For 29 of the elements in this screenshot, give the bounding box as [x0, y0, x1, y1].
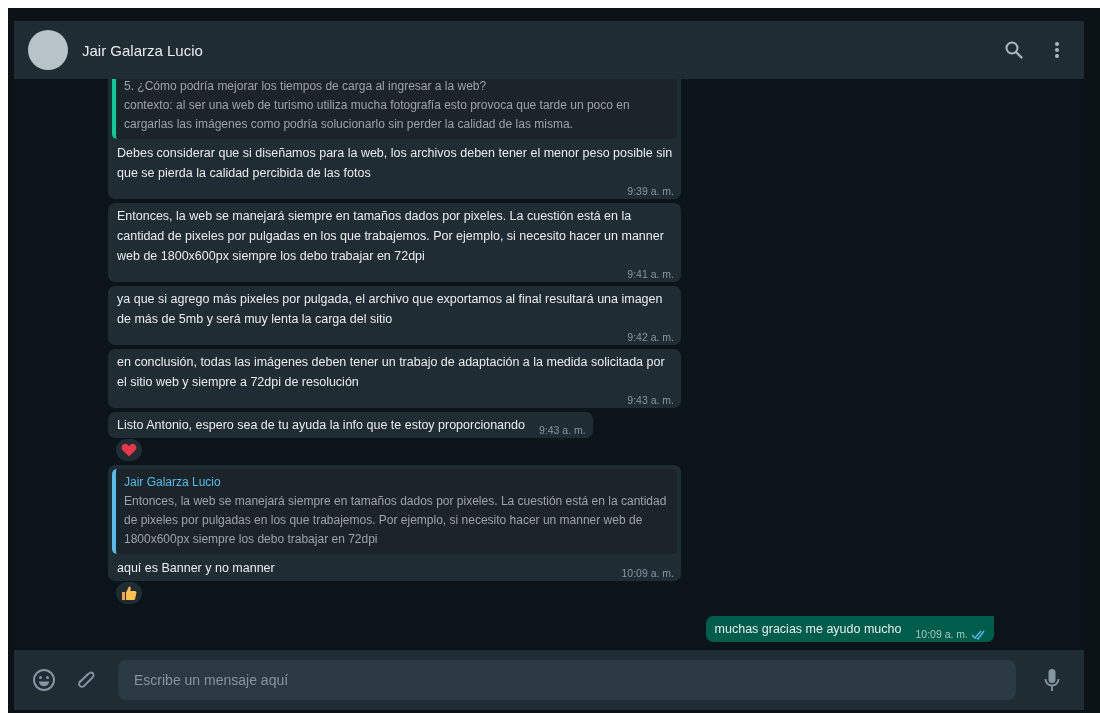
message-text: en conclusión, todas las imágenes deben tener un trabajo de adaptación a la medida solicitada por el sitio web y siempre a 72dpi de resolución: [117, 354, 666, 391]
reaction-badge[interactable]: [116, 582, 142, 604]
message-time: 10:09 a. m.: [621, 567, 674, 580]
heart-icon: [121, 443, 137, 457]
message-time: 10:09 a. m.: [915, 628, 968, 641]
message-time: 9:43 a. m.: [538, 424, 586, 437]
message-text: aquí es Banner y no manner: [117, 560, 275, 577]
avatar[interactable]: [28, 30, 68, 70]
message-text: muchas gracias me ayudo mucho: [714, 621, 902, 638]
message-time: 9:41 a. m.: [627, 268, 674, 281]
contact-name[interactable]: Jair Galarza Lucio: [82, 41, 203, 59]
search-icon[interactable]: [1004, 40, 1024, 60]
message-time: 9:43 a. m.: [627, 394, 674, 407]
message-input[interactable]: Escribe un mensaje aquí: [118, 660, 1016, 700]
message-time: 9:39 a. m.: [627, 185, 674, 198]
quoted-message[interactable]: [112, 469, 677, 554]
microphone-icon[interactable]: [1044, 668, 1060, 692]
thumbs-up-icon: [121, 585, 137, 601]
message-text: Debes considerar que si diseñamos para la web, los archivos deben tener el menor peso posible sin que se pierda la calidad percibida de las fotos: [117, 145, 674, 182]
emoji-icon[interactable]: [32, 668, 56, 692]
quoted-message[interactable]: [112, 79, 677, 139]
message-text: ya que si agrego más pixeles por pulgada, el archivo que exportamos al final resultará una imagen de más de 5mb y será muy lenta la carga del sitio: [117, 291, 664, 328]
quote-text: 5. ¿Cómo podría mejorar los tiempos de carga al ingresar a la web? contexto: al ser una web de turismo utiliza mucha fotografía esto provoca que tarde un poco en cargarlas las imágenes como podría solucionarlo sin perder la calidad de las misma.: [124, 79, 631, 133]
message-text: Entonces, la web se manejará siempre en tamaños dados por pixeles. La cuestión está en la cantidad de pixeles por pulgadas en los que trabajemos. Por ejemplo, si necesito hacer un manner web de 1800x600px siempre los debo trabajar en 72dpi: [117, 208, 665, 265]
message-text: Listo Antonio, espero sea de tu ayuda la info que te estoy proporcionando: [117, 417, 525, 434]
message-time: 9:42 a. m.: [627, 331, 674, 344]
quote-author: Jair Galarza Lucio: [124, 474, 222, 491]
quote-text: Entonces, la web se manejará siempre en tamaños dados por pixeles. La cuestión está en la cantidad de pixeles por pulgadas en los que trabajemos. Por ejemplo, si necesito hacer un manner web de 1800x600px siempre los debo trabajar en 72dpi: [124, 493, 667, 548]
menu-icon[interactable]: [1054, 41, 1060, 59]
